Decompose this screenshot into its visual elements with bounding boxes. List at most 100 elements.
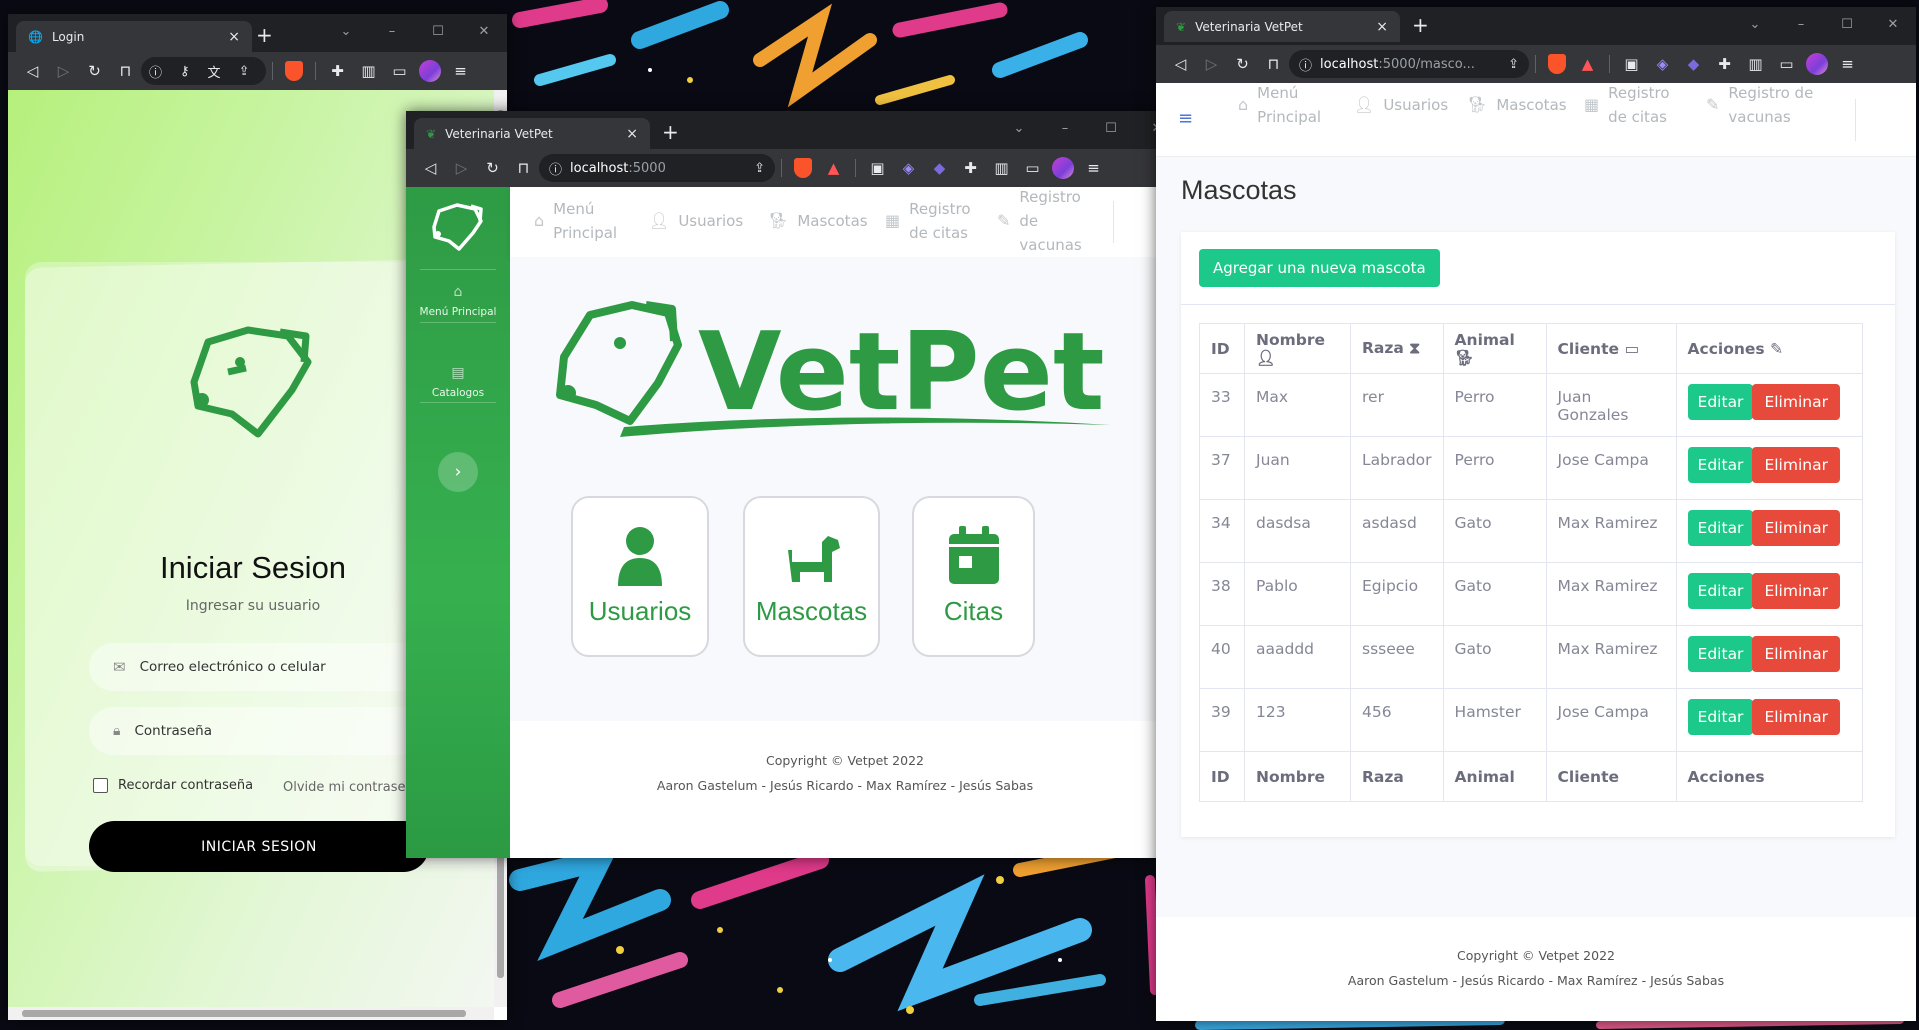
wallet-icon[interactable]: ▭ bbox=[1017, 160, 1048, 176]
col-acciones[interactable]: Acciones ✎ bbox=[1675, 323, 1863, 374]
tab-vetpet[interactable]: ❦ Veterinaria VetPet × bbox=[1164, 11, 1400, 42]
col-raza[interactable]: Raza ⧗ bbox=[1350, 323, 1444, 374]
media-icon[interactable]: ▣ bbox=[1616, 56, 1647, 72]
sidebar-icon[interactable]: ▥ bbox=[353, 63, 384, 79]
nav-mascotas[interactable]: 🐕︎ Mascotas bbox=[768, 209, 868, 233]
reload-icon[interactable]: ↻ bbox=[79, 63, 110, 79]
close-tab-icon[interactable]: × bbox=[228, 29, 240, 45]
brave-rewards-icon[interactable]: ▲ bbox=[1572, 56, 1603, 72]
tab-search-icon[interactable]: ⌄ bbox=[323, 24, 369, 39]
col-id[interactable]: ID bbox=[1199, 323, 1245, 374]
tab-search-icon[interactable]: ⌄ bbox=[1732, 17, 1778, 32]
nav-usuarios[interactable]: 👤︎ Usuarios bbox=[649, 209, 743, 233]
nav-registro-vacunas[interactable]: ✎ Registro de vacunas bbox=[1706, 81, 1813, 129]
bookmark-icon[interactable]: ⊓ bbox=[508, 160, 539, 176]
maximize-button[interactable]: ☐ bbox=[1824, 17, 1870, 32]
tab-login[interactable]: 🌐 Login × bbox=[16, 21, 252, 52]
forward-icon[interactable]: ▷ bbox=[1196, 56, 1227, 72]
address-bar[interactable]: ⓘ ⚷ 文 ⇪ bbox=[141, 57, 266, 85]
col-animal[interactable]: Animal 🐕︎ bbox=[1442, 323, 1547, 374]
new-tab-button[interactable]: + bbox=[1412, 15, 1429, 35]
edit-button[interactable]: Editar bbox=[1687, 510, 1754, 546]
delete-button[interactable]: Eliminar bbox=[1752, 636, 1840, 672]
tile-mascotas[interactable]: Mascotas bbox=[743, 496, 880, 657]
close-tab-icon[interactable]: × bbox=[626, 126, 638, 142]
delete-button[interactable]: Eliminar bbox=[1752, 699, 1840, 735]
brave-shields-icon[interactable] bbox=[794, 158, 812, 178]
email-field[interactable]: ✉ Correo electrónico o celular bbox=[89, 643, 429, 691]
close-window-button[interactable]: ✕ bbox=[461, 24, 507, 39]
extension-icon[interactable]: ◈ bbox=[1647, 56, 1678, 72]
menu-icon[interactable]: ≡ bbox=[1832, 56, 1863, 72]
profile-avatar[interactable] bbox=[1806, 53, 1828, 75]
wallet-icon[interactable]: ▭ bbox=[384, 63, 415, 79]
password-field[interactable]: 🔒︎ Contraseña bbox=[89, 707, 429, 755]
tab-vetpet[interactable]: ❦ Veterinaria VetPet × bbox=[414, 118, 650, 149]
share-icon[interactable]: ⇪ bbox=[239, 64, 250, 79]
extension-icon[interactable]: ◈ bbox=[893, 160, 924, 176]
extension-icon[interactable]: ◆ bbox=[1678, 56, 1709, 72]
minimize-button[interactable]: – bbox=[1042, 121, 1088, 136]
maximize-button[interactable]: ☐ bbox=[415, 24, 461, 39]
delete-button[interactable]: Eliminar bbox=[1752, 384, 1840, 420]
horizontal-scrollbar[interactable] bbox=[8, 1007, 494, 1020]
back-icon[interactable]: ◁ bbox=[1165, 56, 1196, 72]
extension-icon[interactable]: ◆ bbox=[924, 160, 955, 176]
hamburger-menu-icon[interactable]: ≡ bbox=[1178, 107, 1193, 131]
delete-button[interactable]: Eliminar bbox=[1752, 573, 1840, 609]
nav-mascotas[interactable]: 🐕︎ Mascotas bbox=[1467, 93, 1567, 117]
forward-icon[interactable]: ▷ bbox=[48, 63, 79, 79]
address-bar[interactable]: ⓘ localhost:5000/masco... ⇪ bbox=[1289, 50, 1529, 78]
minimize-button[interactable]: – bbox=[1778, 17, 1824, 32]
profile-avatar[interactable] bbox=[1052, 157, 1074, 179]
address-bar[interactable]: ⓘ localhost:5000 ⇪ bbox=[539, 154, 775, 182]
wallet-icon[interactable]: ▭ bbox=[1771, 56, 1802, 72]
menu-icon[interactable]: ≡ bbox=[445, 63, 476, 79]
nav-usuarios[interactable]: 👤︎ Usuarios bbox=[1354, 93, 1448, 117]
forward-icon[interactable]: ▷ bbox=[446, 160, 477, 176]
profile-avatar[interactable] bbox=[419, 60, 441, 82]
sidebar-toggle-button[interactable]: › bbox=[438, 452, 478, 492]
bookmark-icon[interactable]: ⊓ bbox=[110, 63, 141, 79]
nav-registro-citas[interactable]: ▦ Registro de citas bbox=[1584, 81, 1670, 129]
extensions-icon[interactable]: ✚ bbox=[322, 63, 353, 79]
edit-button[interactable]: Editar bbox=[1687, 447, 1754, 483]
nav-registro-citas[interactable]: ▦ Registro de citas bbox=[885, 197, 971, 245]
reload-icon[interactable]: ↻ bbox=[1227, 56, 1258, 72]
forgot-password-link[interactable]: Olvide mi contraseña bbox=[283, 780, 422, 795]
share-icon[interactable]: ⇪ bbox=[1508, 57, 1519, 72]
sidebar-item-catalogs[interactable]: ▤ Catalogos bbox=[406, 365, 510, 399]
nav-menu-principal[interactable]: ⌂ Menú Principal bbox=[534, 197, 617, 245]
brave-shields-icon[interactable] bbox=[285, 61, 303, 81]
back-icon[interactable]: ◁ bbox=[17, 63, 48, 79]
remember-checkbox[interactable]: Recordar contraseña bbox=[93, 778, 253, 793]
tab-search-icon[interactable]: ⌄ bbox=[996, 121, 1042, 136]
edit-button[interactable]: Editar bbox=[1687, 573, 1754, 609]
minimize-button[interactable]: – bbox=[369, 24, 415, 39]
close-window-button[interactable]: ✕ bbox=[1870, 17, 1916, 32]
key-icon[interactable]: ⚷ bbox=[180, 64, 190, 79]
brave-rewards-icon[interactable]: ▲ bbox=[818, 160, 849, 176]
extensions-icon[interactable]: ✚ bbox=[955, 160, 986, 176]
edit-button[interactable]: Editar bbox=[1687, 636, 1754, 672]
nav-registro-vacunas[interactable]: ✎ Registro de vacunas bbox=[997, 185, 1082, 257]
sidebar-icon[interactable]: ▥ bbox=[1740, 56, 1771, 72]
back-icon[interactable]: ◁ bbox=[415, 160, 446, 176]
bookmark-icon[interactable]: ⊓ bbox=[1258, 56, 1289, 72]
tile-citas[interactable]: Citas bbox=[912, 496, 1035, 657]
add-pet-button[interactable]: Agregar una nueva mascota bbox=[1199, 249, 1440, 287]
reload-icon[interactable]: ↻ bbox=[477, 160, 508, 176]
edit-button[interactable]: Editar bbox=[1687, 384, 1754, 420]
sidebar-icon[interactable]: ▥ bbox=[986, 160, 1017, 176]
checkbox-box[interactable] bbox=[93, 778, 108, 793]
sidebar-item-home[interactable]: ⌂ Menú Principal bbox=[406, 284, 510, 318]
edit-button[interactable]: Editar bbox=[1687, 699, 1754, 735]
brave-shields-icon[interactable] bbox=[1548, 54, 1566, 74]
translate-icon[interactable]: 文 bbox=[208, 62, 221, 81]
new-tab-button[interactable]: + bbox=[256, 25, 273, 45]
tile-usuarios[interactable]: Usuarios bbox=[571, 496, 709, 657]
extensions-icon[interactable]: ✚ bbox=[1709, 56, 1740, 72]
col-cliente[interactable]: Cliente ▭ bbox=[1545, 323, 1677, 374]
media-icon[interactable]: ▣ bbox=[862, 160, 893, 176]
delete-button[interactable]: Eliminar bbox=[1752, 447, 1840, 483]
